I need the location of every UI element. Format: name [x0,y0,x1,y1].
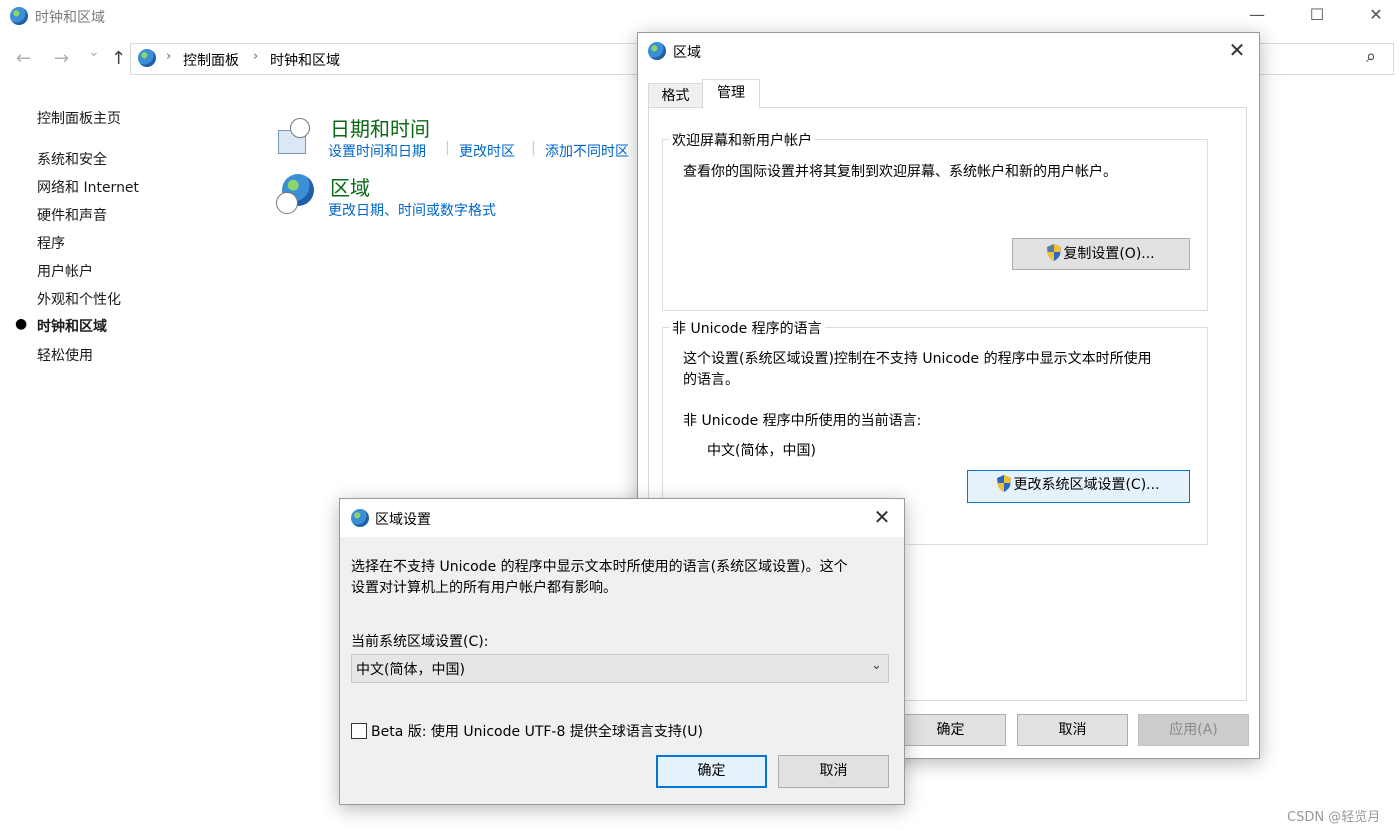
watermark: CSDN @轻览月 [1287,810,1381,825]
tab-format[interactable]: 格式 [648,83,703,107]
datetime-category-title[interactable]: 日期和时间 [330,113,430,142]
up-icon[interactable]: ↑ [111,48,126,69]
maximize-button[interactable]: ☐ [1294,0,1340,30]
sidebar-item-hardware[interactable]: 硬件和声音 [37,205,107,225]
system-locale-dialog: 区域设置 ✕ 选择在不支持 Unicode 的程序中显示文本时所使用的语言(系统… [339,498,905,805]
system-locale-dialog-icon [351,509,369,527]
tab-administrative[interactable]: 管理 [702,79,760,109]
system-locale-dialog-title: 区域设置 [375,512,431,528]
breadcrumb-separator-icon: › [253,49,259,64]
add-clocks-link[interactable]: 添加不同时区 [545,141,629,161]
unicode-group-label: 非 Unicode 程序的语言 [669,318,825,338]
datetime-icon [276,116,312,156]
sidebar-item-clock-region[interactable]: 时钟和区域 [37,316,107,336]
breadcrumb-separator-icon: › [166,49,172,64]
welcome-group-text: 查看你的国际设置并将其复制到欢迎屏幕、系统帐户和新的用户帐户。 [683,164,1117,180]
breadcrumb-clock-region[interactable]: 时钟和区域 [270,50,340,70]
system-locale-ok-button[interactable]: 确定 [656,755,767,788]
unicode-group-text-line1: 这个设置(系统区域设置)控制在不支持 Unicode 的程序中显示文本时所使用 [683,351,1152,367]
sidebar-item-user-accounts[interactable]: 用户帐户 [37,261,93,281]
change-timezone-link[interactable]: 更改时区 [459,141,515,161]
region-category-title[interactable]: 区域 [330,172,370,201]
back-icon[interactable]: ← [16,48,31,69]
change-system-locale-button[interactable]: 更改系统区域设置(C)... [967,470,1190,503]
forward-icon[interactable]: → [54,48,69,69]
uac-shield-icon [997,475,1012,492]
copy-settings-label: 复制设置(O)... [1063,246,1155,262]
system-locale-select-label: 当前系统区域设置(C): [351,634,489,650]
system-locale-desc-line1: 选择在不支持 Unicode 的程序中显示文本时所使用的语言(系统区域设置)。这… [351,559,848,575]
recent-locations-icon[interactable]: ⌄ [88,44,100,60]
active-item-bullet-icon: ● [15,316,28,332]
copy-settings-button[interactable]: 复制设置(O)... [1012,238,1190,270]
system-locale-cancel-button[interactable]: 取消 [778,755,889,788]
link-divider: | [531,140,536,156]
system-locale-desc-line2: 设置对计算机上的所有用户帐户都有影响。 [351,580,617,596]
region-ok-button[interactable]: 确定 [895,714,1006,746]
clock-region-icon [10,7,28,25]
region-dialog-title: 区域 [673,45,701,61]
breadcrumb-control-panel[interactable]: 控制面板 [183,50,239,70]
search-icon[interactable]: ⌕ [1366,46,1376,67]
current-language-label: 非 Unicode 程序中所使用的当前语言: [683,413,922,429]
region-globe-icon [276,174,316,214]
set-time-date-link[interactable]: 设置时间和日期 [328,141,426,161]
beta-utf8-checkbox[interactable] [351,723,367,739]
change-system-locale-label: 更改系统区域设置(C)... [1013,477,1160,493]
window-title: 时钟和区域 [35,10,105,26]
system-locale-select-value: 中文(简体，中国) [356,662,465,678]
system-locale-select[interactable]: 中文(简体，中国) ⌄ [351,654,889,683]
system-locale-close-button[interactable]: ✕ [862,502,902,532]
region-cancel-button[interactable]: 取消 [1017,714,1128,746]
region-apply-button[interactable]: 应用(A) [1138,714,1249,746]
link-divider: | [445,140,450,156]
unicode-group-text-line2: 的语言。 [683,372,739,388]
sidebar-item-programs[interactable]: 程序 [37,233,65,253]
control-panel-icon [138,49,156,67]
current-language-value: 中文(简体，中国) [707,443,816,459]
welcome-group-label: 欢迎屏幕和新用户帐户 [669,130,815,150]
close-button[interactable]: ✕ [1353,0,1399,30]
sidebar-item-appearance[interactable]: 外观和个性化 [37,289,121,309]
sidebar-item-network[interactable]: 网络和 Internet [37,177,139,197]
sidebar-item-ease-of-access[interactable]: 轻松使用 [37,345,93,365]
sidebar-home[interactable]: 控制面板主页 [37,108,121,128]
change-formats-link[interactable]: 更改日期、时间或数字格式 [328,200,496,220]
chevron-down-icon: ⌄ [871,658,882,673]
region-dialog-close-button[interactable]: ✕ [1217,35,1257,65]
sidebar-item-security[interactable]: 系统和安全 [37,149,107,169]
uac-shield-icon [1047,244,1062,261]
title-bar: 时钟和区域 — ☐ ✕ [0,0,1399,32]
minimize-button[interactable]: — [1234,0,1280,30]
region-dialog-icon [648,42,666,60]
beta-utf8-label[interactable]: Beta 版: 使用 Unicode UTF-8 提供全球语言支持(U) [371,721,703,741]
